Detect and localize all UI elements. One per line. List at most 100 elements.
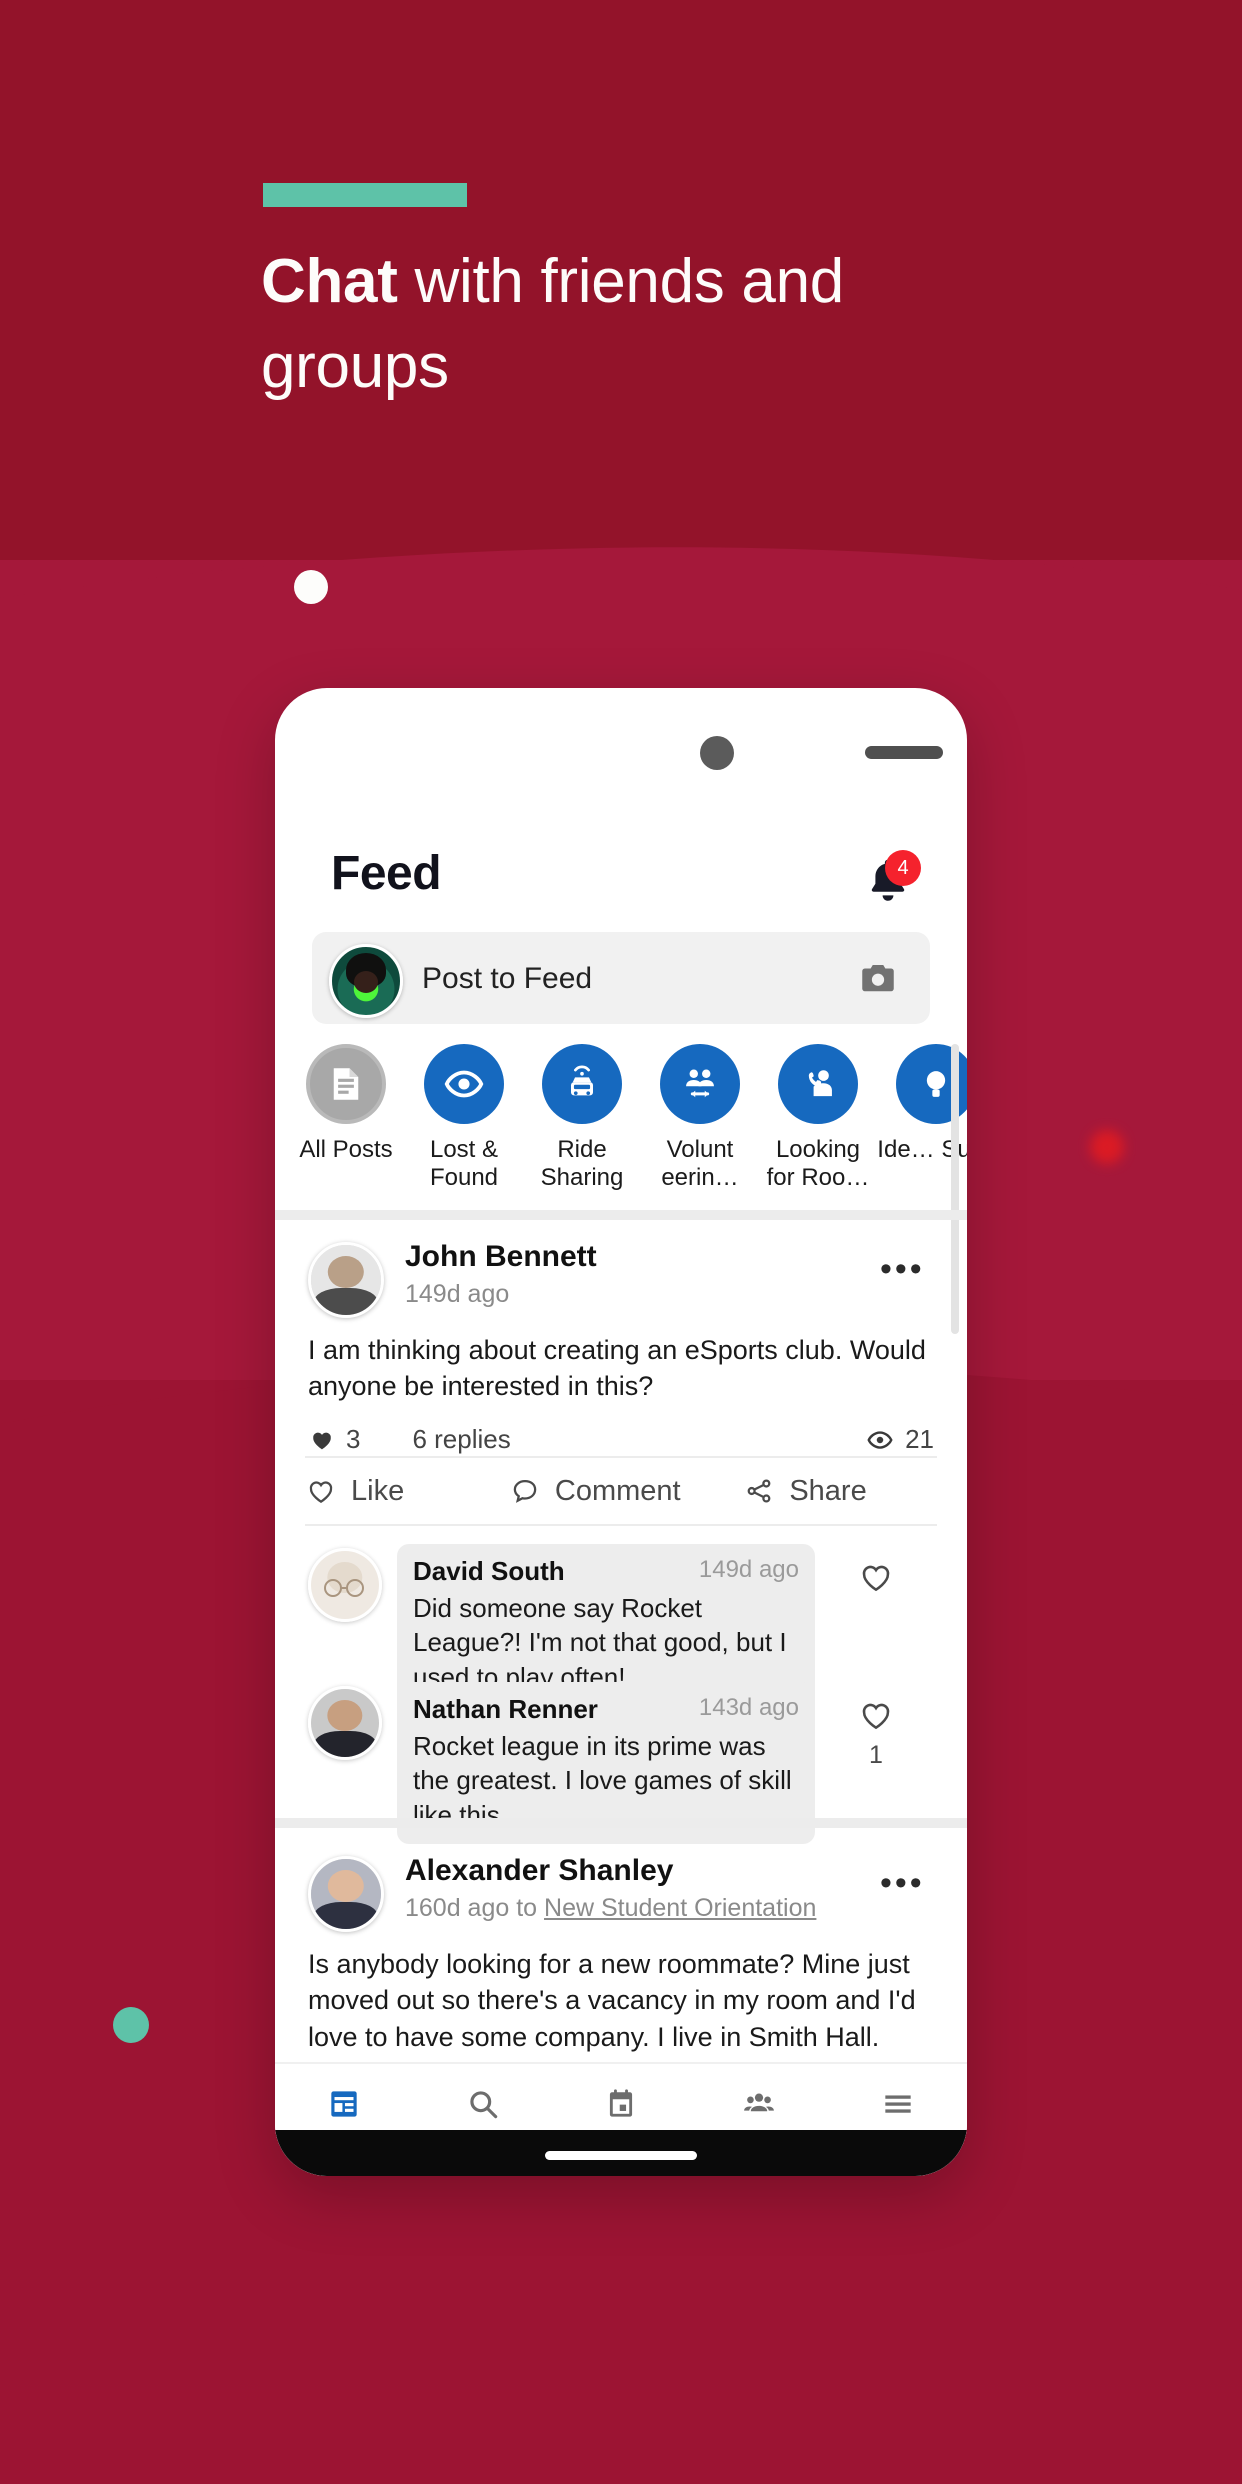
category-lost-and-found[interactable]: Lost & Found — [405, 1044, 523, 1193]
comment-like-button[interactable] — [853, 1558, 899, 1601]
category-filter-list[interactable]: All Posts Lost & Found Ride Sharing Volu… — [275, 1044, 967, 1204]
comment-item: 149d ago David South Did someone say Roc… — [275, 1544, 967, 1706]
app-header: Feed 4 — [275, 824, 967, 920]
camera-button[interactable] — [857, 958, 899, 1005]
screen-title: Feed — [331, 847, 442, 900]
people-exchange-icon — [686, 1069, 714, 1098]
post-view-count: 21 — [905, 1424, 934, 1454]
notification-badge: 4 — [885, 850, 921, 886]
comment-author[interactable]: Nathan Renner — [413, 1694, 598, 1725]
avatar[interactable] — [308, 1242, 384, 1318]
more-options-icon[interactable]: ••• — [880, 1252, 925, 1287]
post-views: 21 — [865, 1424, 934, 1455]
avatar[interactable] — [308, 1856, 384, 1932]
avatar-body — [313, 1902, 379, 1929]
avatar-body — [313, 1288, 379, 1315]
post-like-count: 3 — [346, 1424, 361, 1454]
groups-icon — [744, 2093, 775, 2112]
comment-item: 143d ago Nathan Renner Rocket league in … — [275, 1682, 967, 1844]
post-action-bar: Like Comment Share — [305, 1456, 937, 1526]
category-icon-wrap — [542, 1044, 622, 1124]
post-author[interactable]: Alexander Shanley — [405, 1854, 673, 1888]
category-icon-wrap — [424, 1044, 504, 1124]
background-wave-top — [0, 547, 1242, 680]
category-label: Ride Sharing — [540, 1136, 624, 1192]
post-stats: 3 6 replies 21 — [308, 1424, 934, 1455]
share-button-label: Share — [789, 1474, 867, 1507]
avatar — [329, 944, 403, 1018]
comment-author[interactable]: David South — [413, 1556, 565, 1587]
category-volunteering[interactable]: Volunt eerin… — [641, 1044, 759, 1193]
section-divider — [275, 1210, 967, 1220]
heart-outline-icon — [862, 1703, 890, 1730]
category-ride-sharing[interactable]: Ride Sharing — [523, 1044, 641, 1193]
post-timestamp: 160d ago to New Student Orientation — [405, 1894, 816, 1923]
page-title: Chat with friends and groups — [261, 240, 1021, 410]
comment-timestamp: 143d ago — [698, 1694, 799, 1721]
like-button-label: Like — [351, 1474, 405, 1507]
notifications-button[interactable]: 4 — [861, 850, 921, 914]
comment-button[interactable]: Comment — [509, 1475, 743, 1508]
post-replies-count[interactable]: 6 replies — [412, 1424, 510, 1455]
avatar-body — [313, 1731, 377, 1757]
home-indicator[interactable] — [545, 2151, 697, 2160]
more-options-icon[interactable]: ••• — [880, 1866, 925, 1901]
avatar[interactable] — [308, 1548, 382, 1622]
avatar-face — [354, 971, 378, 993]
post-composer-placeholder: Post to Feed — [422, 962, 593, 995]
post-author[interactable]: John Bennett — [405, 1240, 597, 1274]
menu-icon — [885, 2095, 911, 2113]
share-button[interactable]: Share — [743, 1475, 937, 1508]
post-item: John Bennett 149d ago ••• I am thinking … — [275, 1236, 967, 1454]
category-icon-wrap — [306, 1044, 386, 1124]
comment-text: Did someone say Rocket League?! I'm not … — [413, 1593, 787, 1692]
heart-outline-icon — [862, 1565, 890, 1592]
search-icon — [469, 2091, 497, 2119]
comment-like-count: 1 — [869, 1741, 883, 1769]
comment-text: Rocket league in its prime was the great… — [413, 1731, 792, 1830]
post-timestamp: 149d ago — [405, 1280, 510, 1308]
category-looking-for-roommate[interactable]: Looking for Roo… — [759, 1044, 877, 1193]
eye-icon — [444, 1070, 484, 1098]
home-indicator-bar — [275, 2130, 967, 2176]
document-icon — [333, 1068, 359, 1100]
post-composer[interactable]: Post to Feed — [312, 932, 930, 1024]
category-all-posts[interactable]: All Posts — [287, 1044, 405, 1164]
decorative-dot-teal — [113, 2007, 149, 2043]
avatar[interactable] — [308, 1686, 382, 1760]
section-divider — [275, 1818, 967, 1828]
phone-camera-icon — [700, 736, 734, 770]
comment-timestamp: 149d ago — [698, 1556, 799, 1583]
phone-speaker — [865, 746, 943, 759]
share-icon — [747, 1479, 771, 1503]
comment-like-button[interactable]: 1 — [853, 1696, 899, 1770]
like-button[interactable]: Like — [305, 1475, 509, 1508]
accent-bar — [263, 183, 467, 207]
app-screen: Feed 4 Post to Feed All Posts Lost & Fou… — [275, 792, 967, 2176]
heart-filled-icon — [313, 1432, 331, 1449]
comment-button-label: Comment — [554, 1474, 681, 1507]
decorative-dot-white — [294, 570, 328, 604]
category-icon-wrap — [778, 1044, 858, 1124]
person-support-icon — [808, 1070, 832, 1097]
calendar-icon — [609, 2089, 633, 2117]
category-label: Looking for Roo… — [766, 1136, 870, 1192]
category-label: Lost & Found — [429, 1136, 499, 1192]
glasses-icon — [323, 1579, 364, 1598]
heart-outline-icon — [309, 1481, 333, 1504]
phone-mockup: Feed 4 Post to Feed All Posts Lost & Fou… — [275, 688, 967, 2176]
category-label: Volunt eerin… — [661, 1136, 739, 1192]
post-time-text: 160d ago to — [405, 1894, 545, 1922]
post-text: Is anybody looking for a new roommate? M… — [308, 1949, 916, 2052]
feed-icon — [331, 2091, 357, 2117]
category-icon-wrap — [660, 1044, 740, 1124]
post-text: I am thinking about creating an eSports … — [308, 1335, 926, 1402]
comment-icon — [513, 1479, 537, 1503]
camera-icon — [862, 965, 894, 992]
post-item: Alexander Shanley 160d ago to New Studen… — [275, 1850, 967, 2070]
category-label: All Posts — [299, 1136, 393, 1163]
headline-emphasis: Chat — [261, 247, 398, 316]
decorative-dot-red — [1090, 1130, 1124, 1164]
promo-screenshot: Chat with friends and groups Feed 4 Post… — [0, 0, 1242, 2484]
post-group-link[interactable]: New Student Orientation — [544, 1894, 816, 1922]
